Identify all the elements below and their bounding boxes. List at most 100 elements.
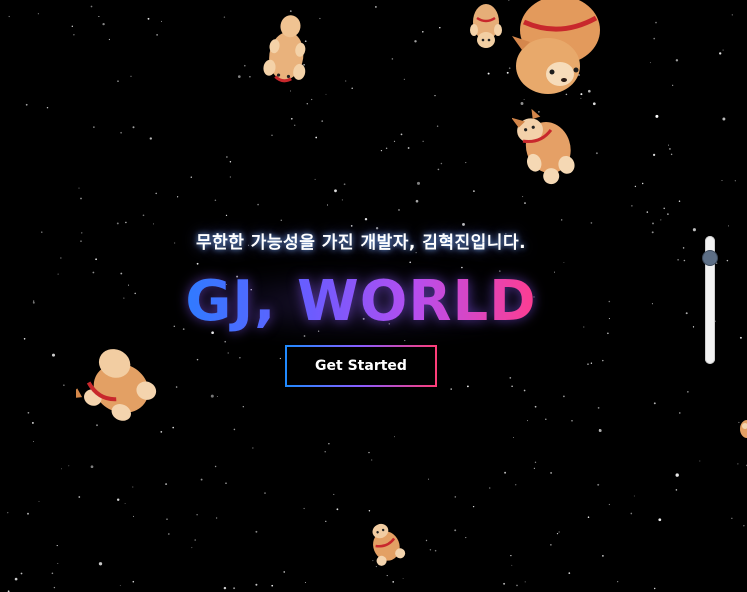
get-started-button[interactable]: Get Started xyxy=(285,345,437,387)
star-icon xyxy=(675,489,678,491)
star-icon xyxy=(351,87,353,90)
star-icon xyxy=(68,465,70,467)
star-icon xyxy=(523,389,526,392)
star-icon xyxy=(550,471,553,474)
star-icon xyxy=(655,114,659,118)
star-icon xyxy=(233,428,236,431)
star-icon xyxy=(257,203,259,206)
star-icon xyxy=(327,204,328,206)
star-icon xyxy=(214,465,217,468)
star-icon xyxy=(46,106,49,109)
star-icon xyxy=(31,421,34,424)
star-icon xyxy=(655,21,657,24)
star-icon xyxy=(386,575,388,577)
star-icon xyxy=(402,578,404,580)
star-icon xyxy=(328,443,330,445)
star-icon xyxy=(371,459,373,461)
star-icon xyxy=(670,153,673,156)
hero-title: GJ, WORLD xyxy=(185,267,536,337)
star-icon xyxy=(280,219,283,222)
star-icon xyxy=(78,496,81,498)
star-icon xyxy=(133,515,134,517)
star-icon xyxy=(590,222,593,224)
star-icon xyxy=(422,31,424,33)
star-icon xyxy=(334,189,337,193)
star-icon xyxy=(599,429,601,431)
star-icon xyxy=(283,571,285,573)
star-icon xyxy=(229,176,231,178)
star-icon xyxy=(311,98,313,101)
star-icon xyxy=(515,484,517,486)
star-icon xyxy=(558,531,560,533)
star-icon xyxy=(102,22,105,26)
star-icon xyxy=(513,437,515,438)
star-icon xyxy=(321,120,324,122)
star-icon xyxy=(439,26,441,29)
star-icon xyxy=(61,468,62,470)
star-icon xyxy=(722,117,726,121)
star-icon xyxy=(324,451,326,453)
star-icon xyxy=(147,17,150,20)
star-icon xyxy=(726,259,729,262)
star-icon xyxy=(149,137,152,140)
star-icon xyxy=(249,76,251,78)
star-icon xyxy=(125,221,127,224)
star-icon xyxy=(473,190,475,192)
star-icon xyxy=(368,510,371,512)
star-icon xyxy=(667,213,669,216)
star-icon xyxy=(737,463,739,465)
star-icon xyxy=(679,412,681,414)
star-icon xyxy=(325,520,327,522)
star-icon xyxy=(414,40,417,43)
star-icon xyxy=(341,199,343,201)
star-icon xyxy=(350,225,353,227)
star-icon xyxy=(116,222,119,225)
star-icon xyxy=(454,529,457,532)
star-icon xyxy=(132,126,135,129)
star-icon xyxy=(587,516,590,518)
star-icon xyxy=(90,465,94,469)
star-icon xyxy=(630,512,633,515)
star-icon xyxy=(177,196,179,198)
shiba-dog-icon xyxy=(263,15,306,83)
star-icon xyxy=(375,6,377,8)
star-icon xyxy=(400,133,403,136)
star-icon xyxy=(652,222,654,225)
star-icon xyxy=(434,549,437,552)
star-icon xyxy=(422,140,424,142)
star-icon xyxy=(117,80,119,82)
star-icon xyxy=(556,533,559,535)
star-icon xyxy=(229,161,232,163)
star-icon xyxy=(649,62,651,64)
star-icon xyxy=(385,147,388,150)
star-icon xyxy=(242,406,244,408)
star-icon xyxy=(345,80,347,82)
star-icon xyxy=(380,149,383,152)
star-icon xyxy=(315,136,318,139)
star-icon xyxy=(489,487,491,489)
star-icon xyxy=(721,180,723,181)
hero-title-wrap: GJ, WORLD xyxy=(0,267,722,339)
scroll-slider-thumb[interactable] xyxy=(703,251,717,265)
star-icon xyxy=(319,17,321,20)
star-icon xyxy=(7,512,9,514)
hero-subtitle: 무한한 가능성을 가진 개발자, 김혁진입니다. xyxy=(195,233,527,253)
star-icon xyxy=(592,102,596,106)
star-icon xyxy=(314,178,316,180)
star-icon xyxy=(78,187,80,189)
star-icon xyxy=(568,572,571,574)
star-icon xyxy=(658,518,662,522)
star-icon xyxy=(190,176,193,178)
star-icon xyxy=(237,75,241,78)
star-icon xyxy=(303,507,305,510)
star-icon xyxy=(90,5,93,8)
star-icon xyxy=(668,144,669,146)
star-icon xyxy=(160,20,163,22)
star-icon xyxy=(294,124,296,126)
star-icon xyxy=(524,581,526,583)
scroll-slider[interactable] xyxy=(703,236,717,364)
star-icon xyxy=(722,49,724,51)
star-icon xyxy=(633,495,635,497)
star-icon xyxy=(503,582,506,585)
star-icon xyxy=(80,197,82,200)
